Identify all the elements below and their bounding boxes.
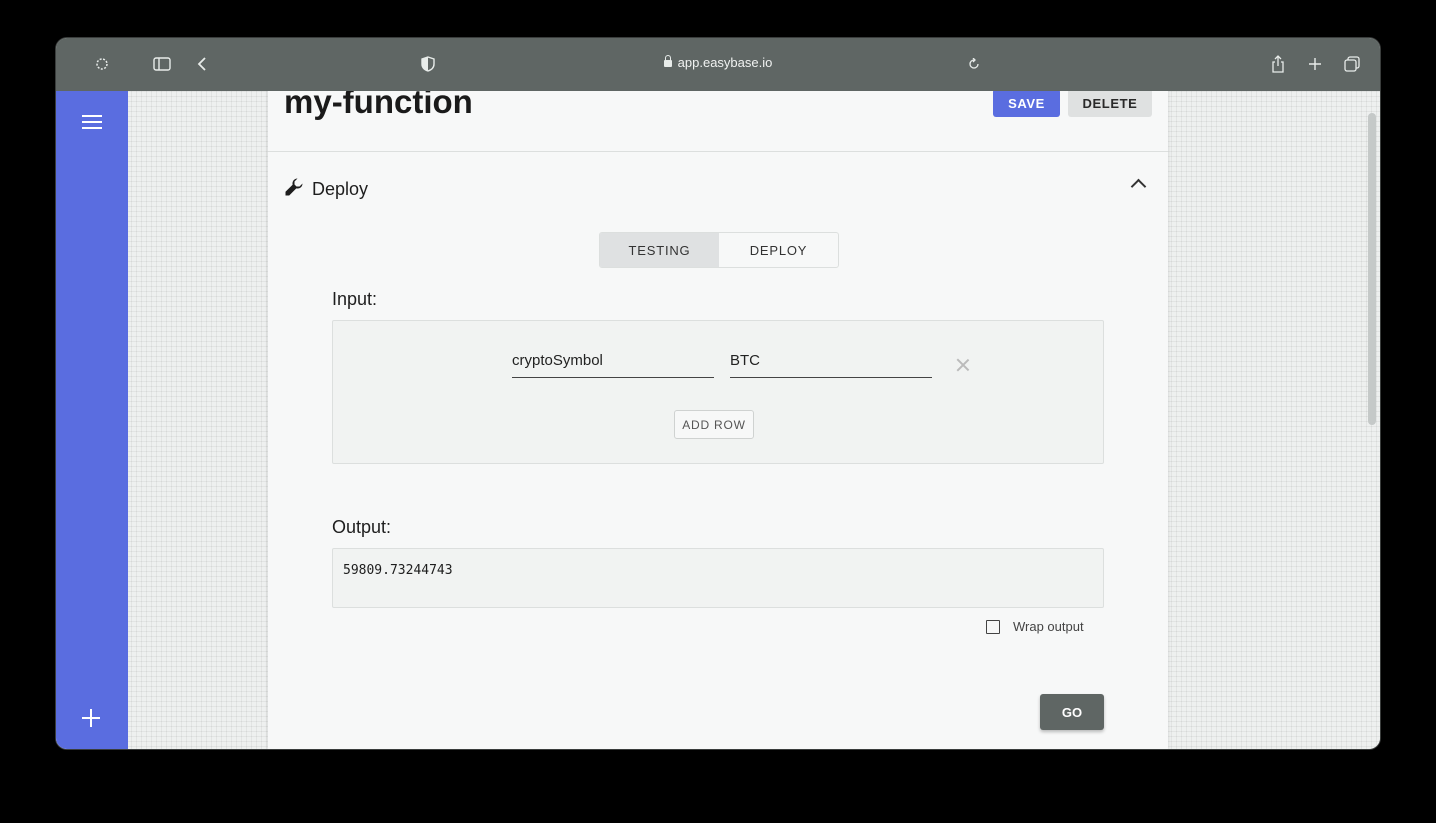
output-panel: 59809.73244743 [332, 548, 1104, 608]
chevron-up-icon[interactable] [1130, 178, 1147, 195]
url-text: app.easybase.io [677, 55, 773, 70]
wrap-output-checkbox[interactable] [986, 619, 1000, 634]
new-tab-icon[interactable] [1305, 54, 1325, 74]
deploy-section-header[interactable]: Deploy [284, 177, 368, 202]
output-value: 59809.73244743 [343, 563, 453, 578]
reload-icon[interactable] [964, 54, 984, 74]
browser-window: app.easybase.io my-function SAVE DELETE [56, 38, 1380, 749]
output-label: Output: [332, 517, 392, 537]
add-row-button[interactable]: ADD ROW [674, 410, 754, 439]
input-key-field[interactable]: cryptoSymbol [512, 352, 714, 378]
input-value-field[interactable]: BTC [730, 352, 932, 378]
menu-icon[interactable] [82, 115, 102, 129]
function-card: my-function SAVE DELETE Deploy TESTING D… [268, 91, 1168, 749]
wrap-output-label: Wrap output [1013, 619, 1084, 634]
lock-icon [663, 55, 672, 67]
share-icon[interactable] [1268, 54, 1288, 74]
delete-button[interactable]: DELETE [1068, 91, 1152, 117]
wrap-output-toggle[interactable]: Wrap output [986, 619, 1084, 634]
input-panel: cryptoSymbol BTC ADD ROW [332, 320, 1104, 464]
save-button[interactable]: SAVE [993, 91, 1060, 117]
sidebar [56, 91, 128, 749]
deploy-heading: Deploy [312, 179, 369, 199]
tab-overview-icon[interactable] [1342, 54, 1362, 74]
mode-tabs: TESTING DEPLOY [599, 232, 839, 268]
address-bar[interactable]: app.easybase.io [56, 55, 1380, 70]
tab-testing[interactable]: TESTING [600, 233, 719, 267]
browser-toolbar: app.easybase.io [56, 38, 1380, 92]
page-content: my-function SAVE DELETE Deploy TESTING D… [56, 91, 1380, 749]
scrollbar[interactable] [1368, 113, 1376, 425]
divider [268, 151, 1168, 152]
wrench-icon [284, 177, 304, 202]
page-title: my-function [284, 91, 473, 120]
remove-row-icon[interactable] [957, 359, 969, 371]
input-label: Input: [332, 289, 378, 309]
tab-deploy[interactable]: DEPLOY [719, 233, 838, 267]
go-button[interactable]: GO [1040, 694, 1104, 730]
add-icon[interactable] [82, 709, 100, 727]
